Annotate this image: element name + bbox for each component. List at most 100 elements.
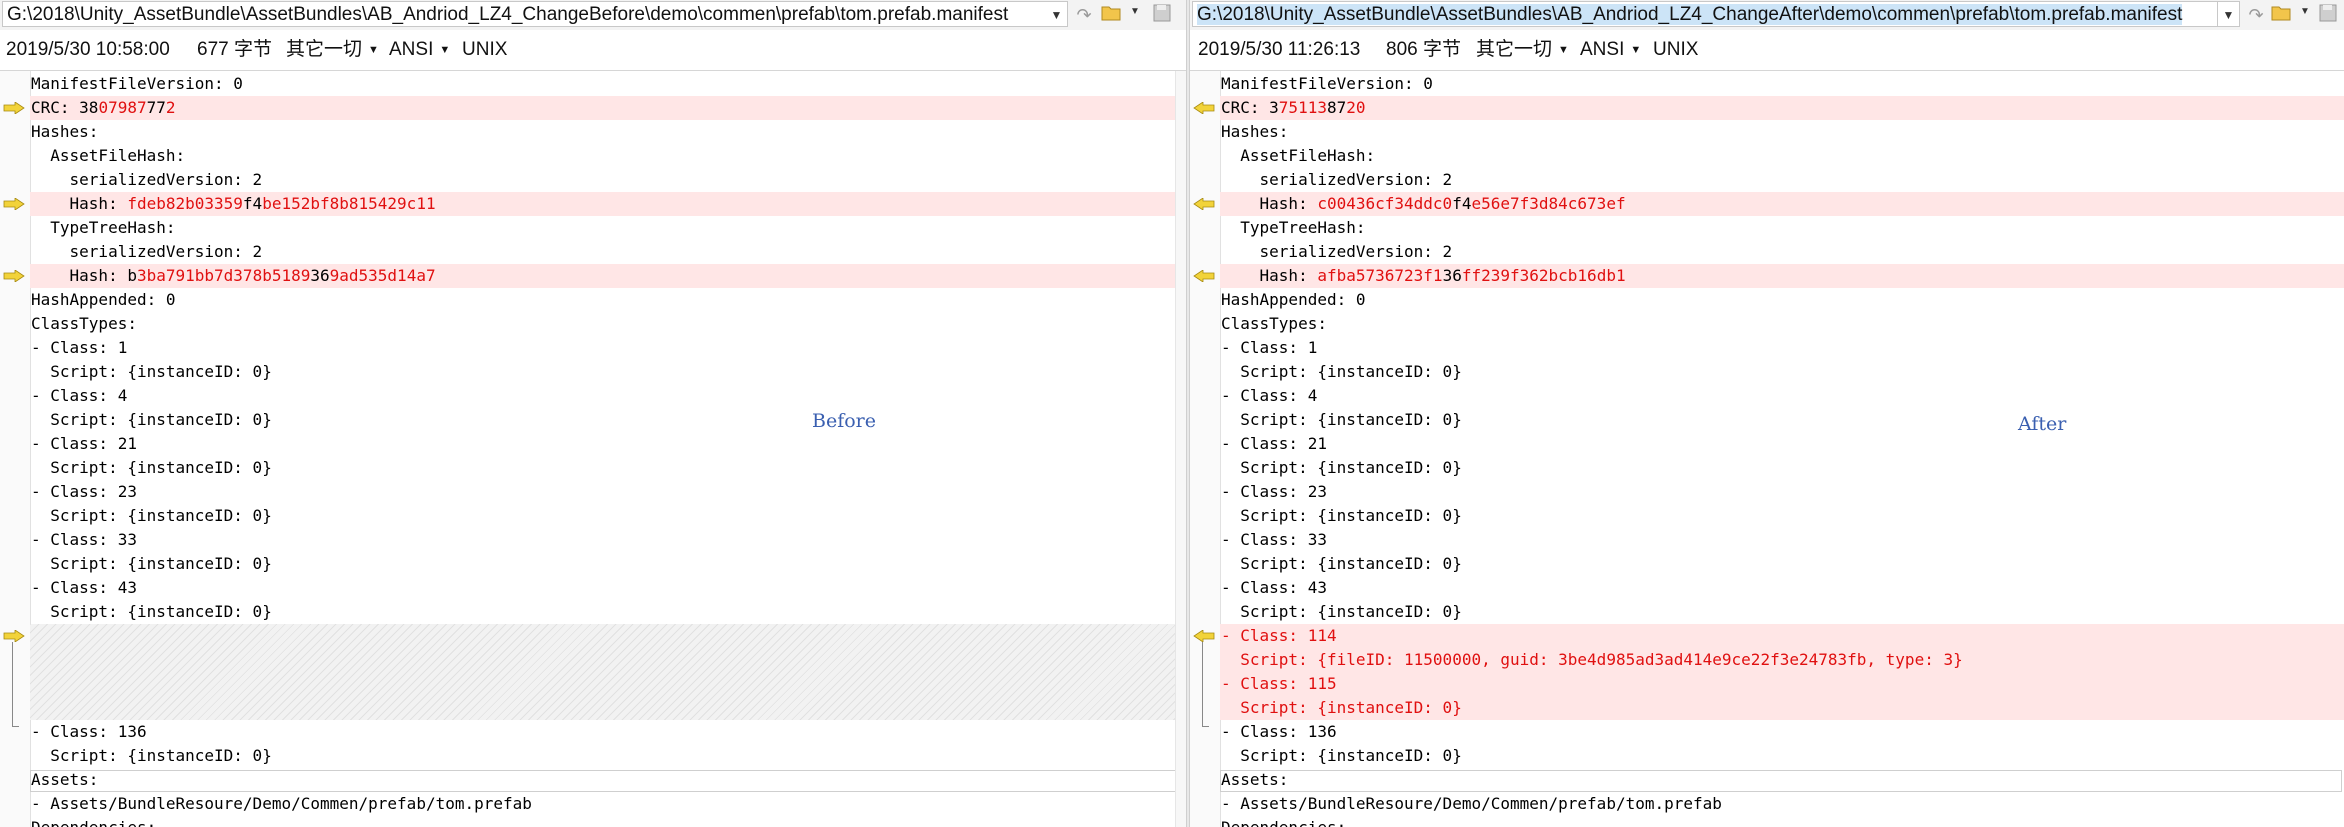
right-open-folder-button[interactable] <box>2270 4 2294 26</box>
code-line: - Class: 1 <box>1220 336 2344 360</box>
left-path-input[interactable]: G:\2018\Unity_AssetBundle\AssetBundles\A… <box>2 1 1048 27</box>
line-text: serializedVersion: 2 <box>1221 170 1453 189</box>
right-path-dropdown-button[interactable]: ▼ <box>2218 1 2240 27</box>
right-swap-button[interactable]: ↷ <box>2244 4 2268 26</box>
right-path-input[interactable]: G:\2018\Unity_AssetBundle\AssetBundles\A… <box>1192 1 2218 27</box>
code-line: - Class: 4 <box>30 384 1186 408</box>
changed-text: afba5736723f1 <box>1317 266 1443 285</box>
code-line: serializedVersion: 2 <box>30 240 1186 264</box>
right-encoding-label: ANSI <box>1580 39 1625 61</box>
code-line: serializedVersion: 2 <box>1220 240 2344 264</box>
right-path-bar: G:\2018\Unity_AssetBundle\AssetBundles\A… <box>1190 0 2344 31</box>
code-line: - Class: 23 <box>1220 480 2344 504</box>
caret-down-icon: ▼ <box>1558 44 1569 56</box>
save-icon <box>1153 4 1171 22</box>
line-text: serializedVersion: 2 <box>1221 242 1453 261</box>
code-line: ManifestFileVersion: 0 <box>1220 72 2344 96</box>
line-text: - Class: 43 <box>1221 578 1327 597</box>
chevron-down-icon: ▼ <box>2222 8 2235 22</box>
line-text: - Class: 23 <box>31 482 137 501</box>
line-text: ClassTypes: <box>1221 314 1327 333</box>
left-path-dropdown-button[interactable]: ▼ <box>1046 1 1068 27</box>
code-line: - Class: 136 <box>1220 720 2344 744</box>
line-text: - Assets/BundleResoure/Demo/Commen/prefa… <box>1221 794 1722 813</box>
diff-arrow-icon[interactable] <box>3 102 25 114</box>
line-text: - Class: 1 <box>1221 338 1318 357</box>
line-text: - Class: 136 <box>1221 722 1337 741</box>
code-line: Dependencies: <box>30 816 1186 827</box>
right-info-bar: 2019/5/30 11:26:13 806 字节 其它一切 ▼ ANSI ▼ UN… <box>1190 30 2344 71</box>
current-line-indicator <box>30 770 1184 792</box>
code-line: Hash: fdeb82b03359f4be152bf8b815429c11 <box>30 192 1186 216</box>
left-encoding-dropdown[interactable]: ANSI ▼ <box>389 30 450 70</box>
code-line: - Class: 21 <box>30 432 1186 456</box>
right-pane: G:\2018\Unity_AssetBundle\AssetBundles\A… <box>1190 0 2344 827</box>
code-line: Script: {instanceID: 0} <box>1220 696 2344 720</box>
changed-text: 20 <box>1346 98 1366 117</box>
changed-text: fdeb82b03359 <box>127 194 243 213</box>
right-timestamp: 2019/5/30 11:26:13 <box>1198 39 1361 60</box>
changed-text: ff239f362bcb16db1 <box>1461 266 1626 285</box>
line-text: 36 <box>310 266 330 285</box>
code-line: - Class: 33 <box>1220 528 2344 552</box>
left-line-ending: UNIX <box>462 39 508 60</box>
code-line: - Assets/BundleResoure/Demo/Commen/prefa… <box>1220 792 2344 816</box>
right-encoding-dropdown[interactable]: ANSI ▼ <box>1580 30 1641 70</box>
left-save-button[interactable] <box>1150 4 1174 26</box>
diff-arrow-icon[interactable] <box>3 270 25 282</box>
right-filter-label: 其它一切 <box>1476 39 1553 61</box>
changed-text: 75113 <box>1278 98 1327 117</box>
diff-arrow-icon[interactable] <box>1193 102 1215 114</box>
code-line: - Class: 114 <box>1220 624 2344 648</box>
left-folder-dropdown[interactable]: ▼ <box>1130 6 1142 17</box>
code-line: HashAppended: 0 <box>30 288 1186 312</box>
code-line: Script: {instanceID: 0} <box>30 744 1186 768</box>
line-text: - Class: 33 <box>31 530 137 549</box>
left-filter-dropdown[interactable]: 其它一切 ▼ <box>286 30 379 70</box>
line-text: Script: {instanceID: 0} <box>31 410 272 429</box>
code-line: Dependencies: <box>1220 816 2344 827</box>
changed-text: 3ba791bb7d378b5189 <box>136 266 311 285</box>
left-file-size: 677 字节 <box>197 39 272 60</box>
code-line: Script: {instanceID: 0} <box>1220 600 2344 624</box>
line-text: Dependencies: <box>1221 818 1346 827</box>
code-line: ManifestFileVersion: 0 <box>30 72 1186 96</box>
line-text: Script: {instanceID: 0} <box>1221 602 1462 621</box>
right-folder-dropdown[interactable]: ▼ <box>2300 6 2312 17</box>
right-filter-dropdown[interactable]: 其它一切 ▼ <box>1476 30 1569 70</box>
line-text: TypeTreeHash: <box>31 218 176 237</box>
code-line: Hash: afba5736723f136ff239f362bcb16db1 <box>1220 264 2344 288</box>
code-line: Script: {instanceID: 0} <box>30 408 1186 432</box>
code-line: Script: {instanceID: 0} <box>1220 408 2344 432</box>
code-line: - Class: 43 <box>1220 576 2344 600</box>
folder-open-icon <box>2271 6 2291 21</box>
left-path-bar: G:\2018\Unity_AssetBundle\AssetBundles\A… <box>0 0 1186 31</box>
left-open-folder-button[interactable] <box>1100 4 1124 26</box>
right-code-view[interactable]: ManifestFileVersion: 0 CRC: 3751138720 Has… <box>1220 72 2344 827</box>
diff-arrow-icon[interactable] <box>1193 198 1215 210</box>
line-text: 36 <box>1442 266 1462 285</box>
left-scrollbar[interactable] <box>1175 71 1186 827</box>
save-icon <box>2319 4 2337 22</box>
code-line: Hash: c00436cf34ddc0f4e56e7f3d84c673ef <box>1220 192 2344 216</box>
left-swap-button[interactable]: ↷ <box>1072 4 1096 26</box>
line-text: serializedVersion: 2 <box>31 242 263 261</box>
changed-text: 9ad535d14a7 <box>329 266 436 285</box>
chevron-down-icon: ▼ <box>1050 8 1063 22</box>
diff-arrow-icon[interactable] <box>1193 270 1215 282</box>
code-line: Script: {instanceID: 0} <box>1220 456 2344 480</box>
right-line-ending: UNIX <box>1653 39 1699 60</box>
line-text: ManifestFileVersion: 0 <box>31 74 243 93</box>
line-text: serializedVersion: 2 <box>31 170 263 189</box>
diff-arrow-icon[interactable] <box>1193 630 1215 642</box>
diff-block-bracket <box>1202 642 1209 727</box>
line-text: Script: {instanceID: 0} <box>31 458 272 477</box>
right-save-button[interactable] <box>2316 4 2340 26</box>
left-encoding-label: ANSI <box>389 39 434 61</box>
left-code-view[interactable]: ManifestFileVersion: 0 CRC: 3807987772 Has… <box>30 72 1186 827</box>
changed-text: be152bf8b815429c11 <box>262 194 436 213</box>
diff-arrow-icon[interactable] <box>3 630 25 642</box>
diff-arrow-icon[interactable] <box>3 198 25 210</box>
line-text: Script: {instanceID: 0} <box>1221 362 1462 381</box>
line-text: AssetFileHash: <box>1221 146 1376 165</box>
